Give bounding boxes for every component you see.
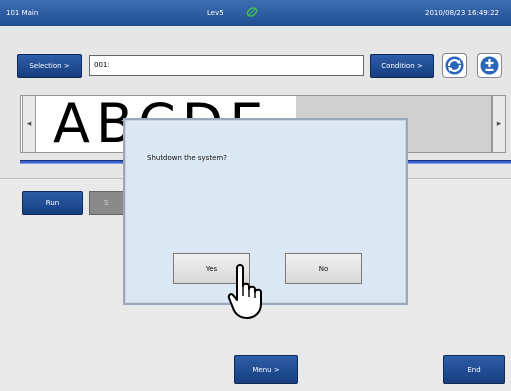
no-button[interactable]: No bbox=[285, 253, 362, 284]
condition-button[interactable]: Condition > bbox=[370, 54, 434, 78]
datetime: 2010/08/23 16:49:22 bbox=[424, 9, 499, 17]
plus-minus-icon bbox=[480, 56, 499, 75]
refresh-icon bbox=[445, 56, 464, 75]
status-bar: 101 Main Lev5 2010/08/23 16:49:22 bbox=[0, 0, 511, 26]
user-level: Lev5 bbox=[207, 9, 224, 17]
leaf-icon bbox=[246, 7, 258, 17]
hand-pointer-icon bbox=[227, 264, 262, 319]
selection-button[interactable]: Selection > bbox=[17, 54, 82, 78]
selection-field[interactable]: 001: bbox=[89, 55, 364, 76]
refresh-button[interactable] bbox=[442, 53, 467, 78]
end-button[interactable]: End bbox=[443, 355, 505, 384]
screen-id: 101 Main bbox=[6, 9, 39, 17]
dialog-message: Shutdown the system? bbox=[147, 154, 227, 162]
plus-minus-button[interactable] bbox=[477, 53, 502, 78]
scroll-right-button[interactable]: ▸ bbox=[492, 95, 506, 153]
run-button[interactable]: Run bbox=[22, 191, 83, 215]
menu-button[interactable]: Menu > bbox=[234, 355, 298, 384]
scroll-left-button[interactable]: ◂ bbox=[22, 95, 36, 153]
